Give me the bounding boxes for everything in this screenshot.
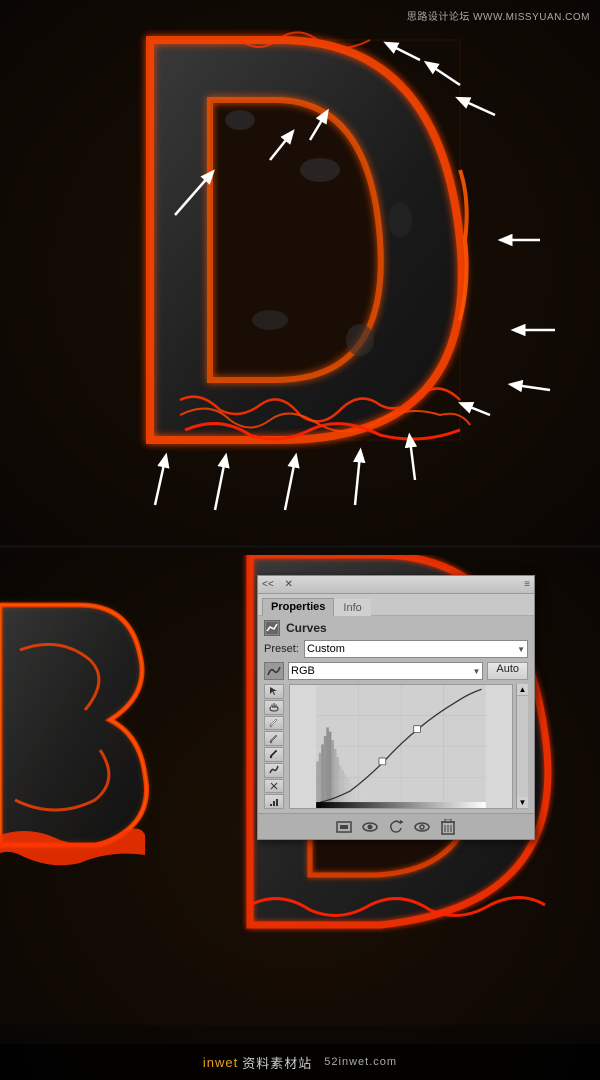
eyedropper-black-btn[interactable] xyxy=(264,747,284,762)
hand-tool-btn[interactable] xyxy=(264,700,284,715)
watermark-url: 52inwet.com xyxy=(324,1056,397,1068)
curves-title-row: Curves xyxy=(264,620,528,636)
curves-graph-svg xyxy=(290,685,512,808)
panel-menu-icon[interactable]: ≡ xyxy=(524,579,530,590)
tab-properties[interactable]: Properties xyxy=(262,598,334,616)
titlebar-right: ≡ xyxy=(524,579,530,590)
curves-graph[interactable] xyxy=(289,684,513,809)
watermark-top: 思路设计论坛 WWW.MISSYUAN.COM xyxy=(407,8,590,23)
panel-titlebar: << ✕ ≡ xyxy=(258,576,534,594)
scroll-up-btn[interactable]: ▲ xyxy=(517,684,528,696)
lava-scene-top xyxy=(0,0,600,545)
histogram-tool-btn[interactable] xyxy=(264,794,284,809)
eye-footer-icon[interactable] xyxy=(361,818,379,836)
panel-tabs: Properties Info xyxy=(258,594,534,616)
pointer-tool-btn[interactable] xyxy=(264,684,284,699)
auto-button[interactable]: Auto xyxy=(487,662,528,680)
preset-select[interactable]: Custom ▼ xyxy=(304,640,528,658)
preset-label: Preset: xyxy=(264,643,300,655)
visibility-footer-icon[interactable] xyxy=(413,818,431,836)
letter-d xyxy=(120,20,500,460)
mask-footer-icon[interactable] xyxy=(335,818,353,836)
scroll-down-btn[interactable]: ▼ xyxy=(517,797,528,809)
channel-icon[interactable] xyxy=(264,662,284,680)
channel-select[interactable]: RGB ▼ xyxy=(288,662,483,680)
properties-panel[interactable]: << ✕ ≡ Properties Info Curves xyxy=(257,575,535,840)
channel-value: RGB xyxy=(291,665,315,677)
preset-row: Preset: Custom ▼ xyxy=(264,640,528,658)
curves-icon xyxy=(264,620,280,636)
curves-main-area: ▲ ▼ xyxy=(264,684,528,809)
watermark-suffix: 资料素材站 xyxy=(242,1053,312,1072)
channel-row: RGB ▼ Auto xyxy=(264,662,528,680)
pencil-tool-btn[interactable] xyxy=(264,779,284,794)
close-icon[interactable]: ✕ xyxy=(284,579,292,590)
scene-divider xyxy=(0,545,600,548)
preset-dropdown-arrow: ▼ xyxy=(517,645,525,654)
curve-tool-btn[interactable] xyxy=(264,763,284,778)
tab-info[interactable]: Info xyxy=(334,599,370,616)
curves-label: Curves xyxy=(286,621,327,635)
eyedropper-gray-btn[interactable] xyxy=(264,731,284,746)
eyedropper-white-btn[interactable] xyxy=(264,716,284,731)
panel-body: Curves Preset: Custom ▼ RGB ▼ Auto xyxy=(258,616,534,813)
watermark-bottom: inwet 资料素材站 52inwet.com xyxy=(0,1044,600,1080)
panel-footer xyxy=(258,813,534,839)
delete-footer-icon[interactable] xyxy=(439,818,457,836)
channel-dropdown-arrow: ▼ xyxy=(472,667,480,676)
curves-scrollbar[interactable]: ▲ ▼ xyxy=(516,684,528,809)
reset-footer-icon[interactable] xyxy=(387,818,405,836)
tools-column xyxy=(264,684,286,809)
collapse-icon[interactable]: << xyxy=(262,579,274,590)
watermark-brand: inwet xyxy=(203,1055,238,1070)
preset-value: Custom xyxy=(307,643,345,655)
titlebar-left: << ✕ xyxy=(262,579,293,590)
